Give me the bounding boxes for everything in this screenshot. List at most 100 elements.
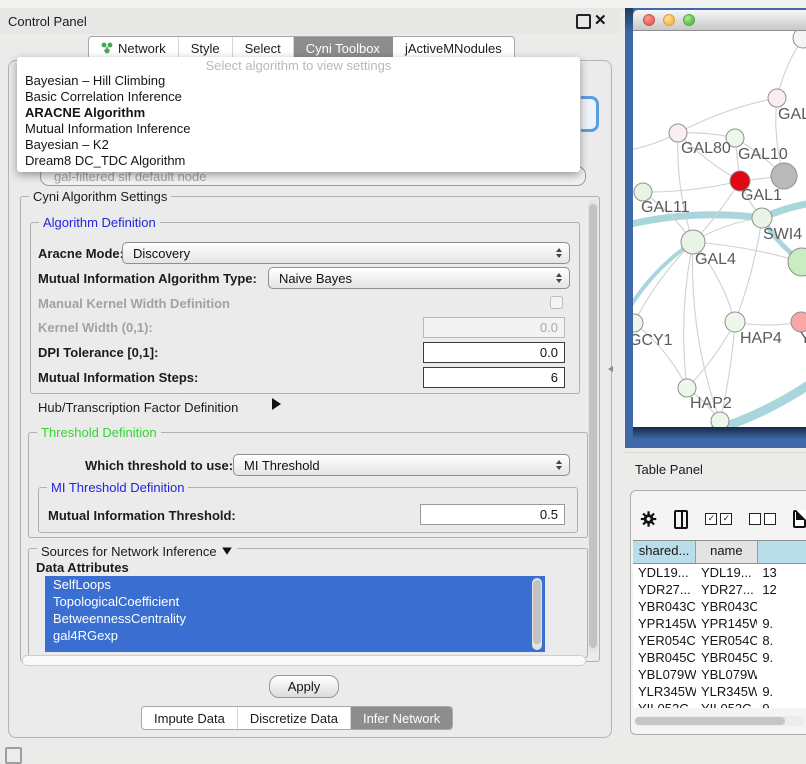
focused-combo-fragment xyxy=(581,96,599,132)
control-panel-bottom-tabs: Impute Data Discretize DataInfer Network xyxy=(141,706,453,730)
aracne-mode-combobox[interactable]: Discovery xyxy=(122,242,570,264)
kernel-width-label: Kernel Width (0,1): xyxy=(38,320,153,335)
tab-discretize-data[interactable]: Discretize Data xyxy=(238,707,351,729)
node-label-gal4: GAL4 xyxy=(695,251,736,268)
mi-threshold-group-title: MI Threshold Definition xyxy=(47,480,188,495)
tab-select[interactable]: Select xyxy=(233,37,294,59)
tab-cyni-toolbox[interactable]: Cyni Toolbox xyxy=(294,37,393,59)
table-hscrollbar-thumb[interactable] xyxy=(635,717,785,725)
column-header-shared[interactable]: shared... xyxy=(633,541,696,563)
mi-threshold-input[interactable] xyxy=(420,504,565,525)
tab-jactivemnodules[interactable]: jActiveMNodules xyxy=(393,37,514,59)
apply-button[interactable]: Apply xyxy=(269,675,339,698)
attribute-item-gal4rgexp[interactable]: gal4RGexp xyxy=(45,627,545,644)
table-cell xyxy=(757,666,806,683)
settings-scrollbar-thumb[interactable] xyxy=(589,204,597,648)
network-frame-shade xyxy=(625,8,633,34)
columns-icon[interactable] xyxy=(674,510,688,529)
table-row[interactable]: YPR145WYPR145W9. xyxy=(633,615,806,632)
table-cell: 9. xyxy=(757,615,806,632)
network-canvas[interactable]: GALGAL80GAL10GAL1GAL11SWI4GAL4GCY1HAP4YH… xyxy=(633,31,806,427)
node-label-y: Y xyxy=(800,330,806,347)
attribute-item-topologicalcoefficient[interactable]: TopologicalCoefficient xyxy=(45,593,545,610)
aracne-mode-value: Discovery xyxy=(123,246,556,261)
dpi-tolerance-input[interactable] xyxy=(423,342,565,363)
algorithm-option-bayesian-hill-climbing[interactable]: Bayesian – Hill Climbing xyxy=(17,73,580,89)
dock-panel-icon[interactable] xyxy=(5,747,22,764)
table-row[interactable]: YDR27...YDR27...12 xyxy=(633,581,806,598)
node-label-gal80: GAL80 xyxy=(681,140,731,157)
algorithm-dropdown-popup: Select algorithm to view settings Bayesi… xyxy=(17,57,580,172)
attribute-item-selfloops[interactable]: SelfLoops xyxy=(45,576,545,593)
application-root: Control Panel ✕ Network Style SelectCyni T… xyxy=(0,0,806,762)
window-minimize-button[interactable] xyxy=(663,14,675,26)
window-close-button[interactable] xyxy=(643,14,655,26)
node-label-hap2: HAP2 xyxy=(690,395,732,412)
network-node-n-gray[interactable] xyxy=(771,163,797,189)
network-node-gal[interactable] xyxy=(768,89,786,107)
sources-collapse-icon[interactable] xyxy=(222,548,232,560)
gear-icon[interactable] xyxy=(640,509,657,529)
tab-label: Style xyxy=(191,41,220,56)
close-panel-icon[interactable]: ✕ xyxy=(594,11,607,29)
float-panel-icon[interactable] xyxy=(576,14,591,29)
mi-steps-input[interactable] xyxy=(423,367,565,388)
node-label-gal: GAL xyxy=(778,106,806,123)
table-cell: YBR045C xyxy=(696,649,757,666)
tab-impute-data[interactable]: Impute Data xyxy=(142,707,238,729)
network-node-hap4[interactable] xyxy=(725,312,745,332)
table-row[interactable]: YLR345WYLR345W9. xyxy=(633,683,806,700)
unchecked-columns-icon[interactable] xyxy=(749,513,776,525)
algorithm-option-bayesian-k2[interactable]: Bayesian – K2 xyxy=(17,137,580,153)
network-node-swi4[interactable] xyxy=(752,208,772,228)
panel-collapse-handle[interactable] xyxy=(605,366,613,372)
which-threshold-combobox[interactable]: MI Threshold xyxy=(233,454,570,476)
table-cell: YLR345W xyxy=(696,683,757,700)
table-cell: 8. xyxy=(757,632,806,649)
hub-expand-icon[interactable] xyxy=(272,398,287,410)
attributes-scrollbar-thumb[interactable] xyxy=(533,580,541,644)
control-panel-title: Control Panel xyxy=(0,14,87,29)
tab-label: Impute Data xyxy=(154,711,225,726)
algorithm-option-aracne-algorithm[interactable]: ARACNE Algorithm xyxy=(17,105,580,121)
checkbox-checked-icon: ✓ xyxy=(705,513,717,525)
network-node-n-bottom[interactable] xyxy=(711,412,729,427)
table-row[interactable]: YBL079WYBL079W xyxy=(633,666,806,683)
mi-type-combobox[interactable]: Naive Bayes xyxy=(268,267,570,289)
checkbox-unchecked-icon xyxy=(749,513,761,525)
algorithm-option-mutual-information-inference[interactable]: Mutual Information Inference xyxy=(17,121,580,137)
network-node-n-top[interactable] xyxy=(793,31,806,48)
table-cell: YBR043C xyxy=(633,598,696,615)
table-row[interactable]: YIL052CYIL052C9. xyxy=(633,700,806,708)
network-node-y[interactable] xyxy=(791,312,806,332)
tab-style[interactable]: Style xyxy=(179,37,233,59)
table-panel-separator xyxy=(625,452,806,453)
checked-columns-icon[interactable]: ✓ ✓ xyxy=(705,513,732,525)
algorithm-option-dream8-dc-tdc-algorithm[interactable]: Dream8 DC_TDC Algorithm xyxy=(17,153,580,169)
window-zoom-button[interactable] xyxy=(683,14,695,26)
manual-kernel-checkbox[interactable] xyxy=(550,296,563,309)
table-row[interactable]: YBR043CYBR043C xyxy=(633,598,806,615)
file-icon[interactable] xyxy=(793,510,806,528)
attribute-item-betweennesscentrality[interactable]: BetweennessCentrality xyxy=(45,610,545,627)
tab-infer-network[interactable]: Infer Network xyxy=(351,707,452,729)
settings-hscrollbar[interactable] xyxy=(22,655,586,666)
algorithm-option-basic-correlation-inference[interactable]: Basic Correlation Inference xyxy=(17,89,580,105)
table-cell: YER054C xyxy=(633,632,696,649)
network-window-titlebar[interactable] xyxy=(633,10,806,31)
table-cell: YPR145W xyxy=(696,615,757,632)
node-label-hap4: HAP4 xyxy=(740,330,782,347)
table-row[interactable]: YBR045CYBR045C9. xyxy=(633,649,806,666)
mi-type-label: Mutual Information Algorithm Type: xyxy=(38,271,257,286)
column-header-name[interactable]: name xyxy=(696,541,758,563)
combo-spinner-icon xyxy=(556,245,569,261)
table-cell: YBL079W xyxy=(633,666,696,683)
combo-spinner-icon xyxy=(556,270,569,286)
hub-definition-label: Hub/Transcription Factor Definition xyxy=(38,400,238,415)
table-row[interactable]: YER054CYER054C8. xyxy=(633,632,806,649)
column-header-partial[interactable] xyxy=(758,541,806,563)
kernel-width-input[interactable] xyxy=(423,317,565,338)
tab-network[interactable]: Network xyxy=(89,37,179,59)
table-row[interactable]: YDL19...YDL19...13 xyxy=(633,564,806,581)
thin-edge xyxy=(687,322,735,388)
